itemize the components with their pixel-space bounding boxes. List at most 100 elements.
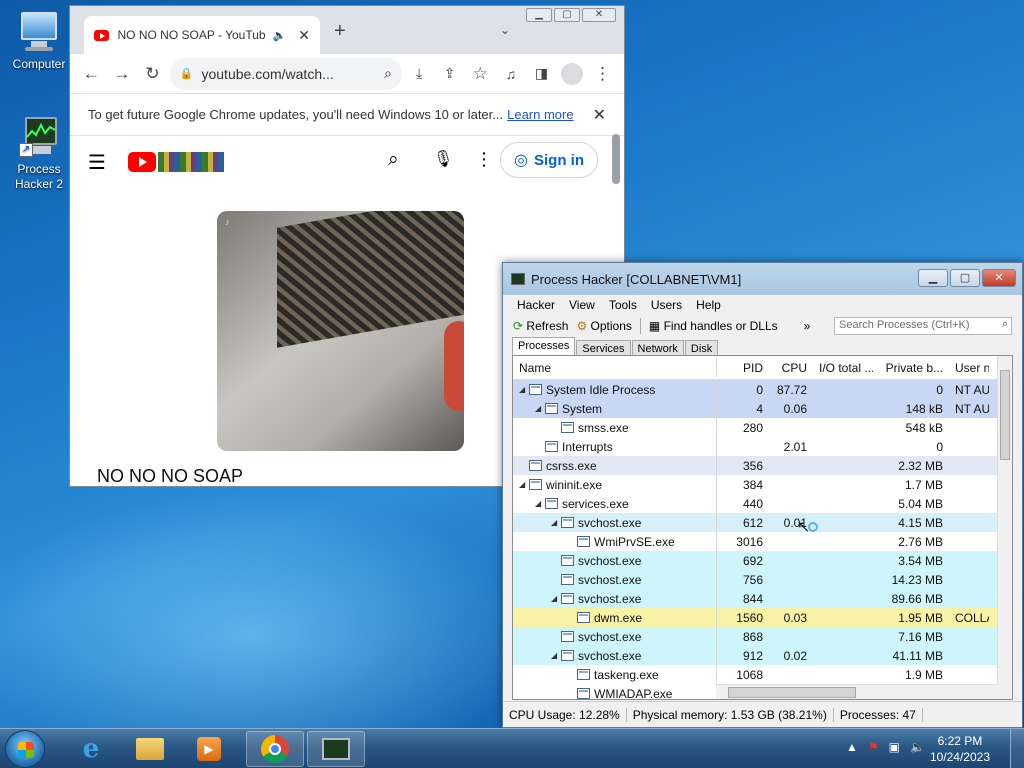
tree-expand-arrow-icon[interactable]: ◢ [535,404,543,413]
network-icon[interactable]: ▣ [889,740,900,754]
desktop-icon-computer[interactable]: Computer [4,10,74,71]
maximize-button[interactable]: ▢ [950,269,980,287]
share-icon[interactable]: ⇪ [436,60,463,88]
volume-icon[interactable]: 🔈 [910,740,925,754]
process-row[interactable]: ◢ svchost.exe 612 0.01 4.15 MB [513,513,1012,532]
menu-help[interactable]: Help [696,298,721,312]
process-name: taskeng.exe [594,667,659,682]
search-icon[interactable]: ⌕ [388,149,399,171]
process-io-cell [809,589,873,608]
horizontal-scrollbar[interactable] [716,684,999,699]
column-header-io-total[interactable]: I/O total ... [809,358,873,377]
ph-titlebar[interactable]: Process Hacker [COLLABNET\VM1] ▁ ▢ ✕ [503,263,1022,295]
install-app-icon[interactable]: ⤓ [406,60,433,88]
process-row[interactable]: Interrupts 2.01 0 [513,437,1012,456]
start-button[interactable] [5,730,45,768]
process-row[interactable]: ◢ System Idle Process 0 87.72 0 NT AUT [513,380,1012,399]
process-search-input[interactable]: Search Processes (Ctrl+K) ⌕ [834,317,1012,335]
action-center-flag-icon[interactable]: ⚑ [868,740,879,754]
tab-processes[interactable]: Processes [512,337,576,357]
maximize-button[interactable]: ▢ [554,8,580,22]
process-row[interactable]: svchost.exe 692 3.54 MB [513,551,1012,570]
taskbar-chrome[interactable] [246,731,304,767]
find-handles-button[interactable]: ▦ Find handles or DLLs [649,319,778,333]
column-header-user-name[interactable]: User na [945,358,989,377]
chrome-tabbar: NO NO NO SOAP - YouTube 🔈 ✕ + ⌄ ▁ ▢ ✕ [70,6,624,54]
address-bar[interactable]: 🔒 youtube.com/watch... ⌕ [169,57,402,90]
show-hidden-icons-icon[interactable]: ▲ [846,740,858,754]
vertical-scrollbar[interactable] [997,356,1012,699]
page-scrollbar[interactable] [612,134,620,184]
menu-users[interactable]: Users [651,298,682,312]
menu-tools[interactable]: Tools [609,298,637,312]
options-button[interactable]: ⚙ Options [576,319,631,333]
new-tab-button[interactable]: + [334,20,346,43]
tab-close-icon[interactable]: ✕ [298,27,310,44]
refresh-button[interactable]: ⟳ Refresh [513,319,568,333]
microphone-icon[interactable]: 🎙 [433,149,453,169]
sign-in-button[interactable]: ◎ Sign in [500,142,598,178]
show-desktop-button[interactable] [1010,729,1024,768]
close-button[interactable]: ✕ [582,8,616,22]
youtube-logo-icon[interactable] [127,152,156,172]
minimize-button[interactable]: ▁ [918,269,948,287]
process-row[interactable]: svchost.exe 868 7.16 MB [513,627,1012,646]
video-player[interactable]: ♪ [217,211,464,451]
process-row[interactable]: dwm.exe 1560 0.03 1.95 MB COLLA [513,608,1012,627]
youtube-doodle[interactable] [157,152,224,172]
forward-arrow-icon[interactable]: → [109,60,136,88]
menu-hacker[interactable]: Hacker [517,298,555,312]
desktop-icon-process-hacker[interactable]: ↗ Process Hacker 2 [4,115,74,192]
infobar-close-icon[interactable]: ✕ [593,105,606,125]
tab-search-chevron-icon[interactable]: ⌄ [500,23,510,37]
process-row[interactable]: ◢ System 4 0.06 148 kB NT AUT [513,399,1012,418]
minimize-button[interactable]: ▁ [526,8,552,22]
more-menu-icon[interactable]: ⋮ [589,60,616,88]
hamburger-menu-icon[interactable]: ☰ [88,150,106,175]
taskbar-internet-explorer[interactable]: e [62,731,120,767]
column-header-pid[interactable]: PID [717,358,765,377]
tree-expand-arrow-icon[interactable]: ◢ [535,499,543,508]
tab-youtube[interactable]: NO NO NO SOAP - YouTube 🔈 ✕ [84,16,320,54]
taskbar-clock[interactable]: 6:22 PM 10/24/2023 [930,733,990,765]
column-header-name[interactable]: Name [513,358,717,377]
process-private-cell: 3.54 MB [898,553,943,568]
more-options-icon[interactable]: ⋮ [475,149,493,170]
process-row[interactable]: WmiPrvSE.exe 3016 2.76 MB [513,532,1012,551]
back-arrow-icon[interactable]: ← [78,60,105,88]
scroll-thumb[interactable] [1000,370,1010,460]
tree-expand-arrow-icon[interactable]: ◢ [551,651,559,660]
learn-more-link[interactable]: Learn more [507,107,573,122]
speaker-icon[interactable]: 🔈 [273,29,287,42]
side-panel-icon[interactable]: ◨ [528,60,555,88]
process-row[interactable]: taskeng.exe 1068 1.9 MB [513,665,1012,684]
reload-icon[interactable]: ↻ [139,60,166,88]
process-row[interactable]: ◢ svchost.exe 912 0.02 41.11 MB [513,646,1012,665]
column-header-private-bytes[interactable]: Private b... [873,358,945,377]
taskbar-media-player[interactable]: ▶ [180,731,238,767]
taskbar-explorer[interactable] [121,731,179,767]
clock-time: 6:22 PM [937,734,983,748]
tree-expand-arrow-icon[interactable]: ◢ [519,385,527,394]
process-pid-cell: 4 [756,401,763,416]
process-row[interactable]: smss.exe 280 548 kB [513,418,1012,437]
process-row[interactable]: ◢ svchost.exe 844 89.66 MB [513,589,1012,608]
tree-expand-arrow-icon[interactable]: ◢ [551,518,559,527]
taskbar-process-hacker[interactable] [307,731,365,767]
process-row[interactable]: csrss.exe 356 2.32 MB [513,456,1012,475]
tree-expand-arrow-icon[interactable]: ◢ [551,594,559,603]
process-row[interactable]: svchost.exe 756 14.23 MB [513,570,1012,589]
process-row[interactable]: ◢ services.exe 440 5.04 MB [513,494,1012,513]
column-header-cpu[interactable]: CPU [765,358,809,377]
menu-view[interactable]: View [569,298,595,312]
media-control-icon[interactable]: ♫ [498,60,525,88]
profile-avatar-icon[interactable] [559,60,586,88]
process-row[interactable]: ◢ wininit.exe 384 1.7 MB [513,475,1012,494]
bookmark-star-icon[interactable]: ☆ [467,60,494,88]
close-button[interactable]: ✕ [982,269,1016,287]
scroll-thumb[interactable] [728,687,856,698]
process-cpu-cell: 2.01 [783,439,807,454]
tree-expand-arrow-icon[interactable]: ◢ [519,480,527,489]
toolbar-overflow-chevron[interactable]: » [804,319,811,333]
search-icon[interactable]: ⌕ [384,65,392,82]
